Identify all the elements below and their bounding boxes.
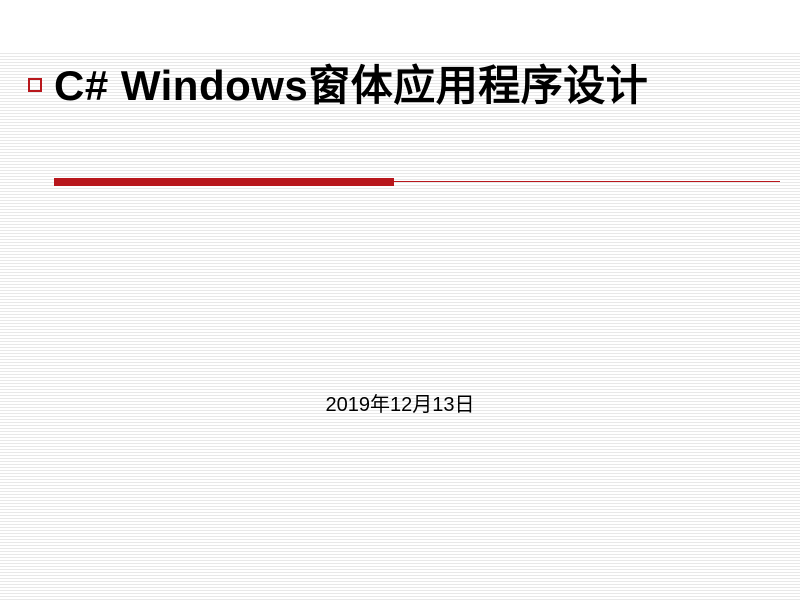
slide-title: C# Windows窗体应用程序设计	[54, 60, 760, 113]
square-bullet-icon	[28, 78, 42, 92]
underline-thick-bar	[54, 178, 394, 186]
slide-date: 2019年12月13日	[0, 388, 800, 417]
presentation-slide: C# Windows窗体应用程序设计 2019年12月13日	[0, 0, 800, 600]
title-underline	[54, 178, 780, 188]
top-margin	[0, 0, 800, 52]
